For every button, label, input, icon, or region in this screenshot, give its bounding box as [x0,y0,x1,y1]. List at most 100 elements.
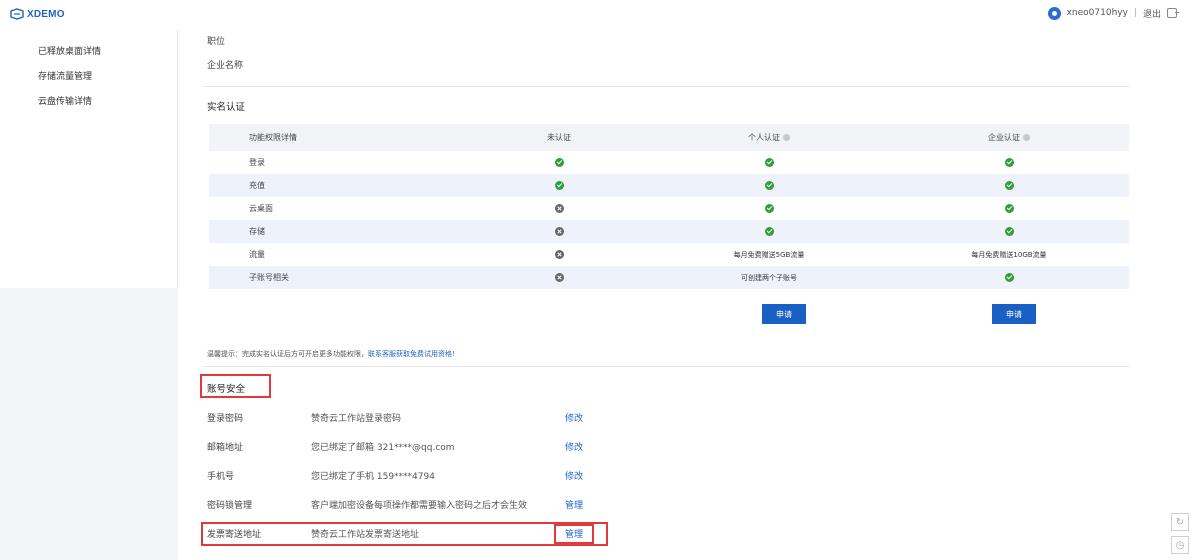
permission-text: 可创建两个子账号 [741,273,797,282]
manage-button-highlight [554,524,594,544]
feature-name: 登录 [249,158,265,167]
feature-name: 云桌面 [249,204,273,213]
sec-value: 客户端加密设备每项操作都需要输入密码之后才会生效 [311,501,528,511]
apply-enterprise-button[interactable]: 申请 [992,304,1036,324]
username[interactable]: xneo0710hyy [1067,8,1128,18]
check-icon [764,227,774,236]
table-row: 登录 [209,151,1129,174]
permission-table: 功能权限详情 未认证 个人认证 企业认证 登录充值云桌面存储流量 每月免费赠送5G… [209,124,1129,289]
table-row: 充值 [209,174,1129,197]
check-icon [764,158,774,167]
feature-cell: 流量 [209,243,469,266]
sidebar-item-storage-traffic[interactable]: 存储流量管理 [38,69,92,82]
position-label: 职位 [207,37,226,47]
check-icon [554,181,564,190]
sec-value: 您已绑定了邮箱 321****@qq.com [311,443,455,453]
sec-label: 手机号 [207,472,235,482]
logo-text: XDEMO [27,8,65,20]
check-icon [764,181,774,190]
invoice-row-highlight [201,522,608,546]
col-unverified: 未认证 [469,124,649,151]
enterprise-cell: 每月免费赠送10GB流量 [889,243,1129,266]
feature-name: 充值 [249,181,265,190]
enterprise-cell [889,174,1129,197]
table-row: 流量 每月免费赠送5GB流量 每月免费赠送10GB流量 [209,243,1129,266]
check-icon [764,204,774,213]
enterprise-cell [889,151,1129,174]
logo[interactable]: XDEMO [10,7,65,21]
unverified-cell [469,220,649,243]
check-icon [1004,273,1014,282]
feature-name: 流量 [249,250,265,259]
cross-icon [554,250,564,259]
personal-cell [649,151,889,174]
modify-email-link[interactable]: 修改 [565,440,583,453]
history-icon[interactable]: ◷ [1171,536,1189,554]
security-row-phone: 手机号 您已绑定了手机 159****4794 修改 [207,469,627,485]
permission-text: 每月免费赠送10GB流量 [971,250,1047,259]
tip-suffix: ! [452,350,455,358]
sec-label: 登录密码 [207,414,244,424]
company-label: 企业名称 [207,61,244,71]
divider [203,366,1129,367]
enterprise-cell [889,220,1129,243]
unverified-cell [469,174,649,197]
sidebar-footer-area [0,288,178,560]
cross-icon [554,227,564,236]
security-title: 账号安全 [207,384,246,395]
col-feature: 功能权限详情 [209,124,469,151]
col-enterprise: 企业认证 [889,124,1129,151]
logout-link[interactable]: 退出 [1143,7,1161,20]
logo-icon [10,8,24,20]
apply-personal-button[interactable]: 申请 [762,304,806,324]
feature-cell: 云桌面 [209,197,469,220]
feature-cell: 子账号相关 [209,266,469,289]
avatar[interactable] [1047,6,1061,20]
tip-text: 温馨提示：完成实名认证后方可开启更多功能权限，联系客服获取免费试用资格! [207,349,455,359]
user-area: xneo0710hyy | 退出 [1047,6,1179,20]
security-row-email: 邮箱地址 您已绑定了邮箱 321****@qq.com 修改 [207,440,627,456]
table-header-row: 功能权限详情 未认证 个人认证 企业认证 [209,124,1129,151]
personal-cell [649,197,889,220]
sec-label: 密码锁管理 [207,501,253,511]
realname-title: 实名认证 [207,102,246,113]
col-personal: 个人认证 [649,124,889,151]
feature-name: 存储 [249,227,265,236]
security-row-login-password: 登录密码 赞奇云工作站登录密码 修改 [207,411,627,427]
security-row-password-lock: 密码锁管理 客户端加密设备每项操作都需要输入密码之后才会生效 管理 [207,498,627,514]
check-icon [1004,181,1014,190]
personal-cell: 可创建两个子账号 [649,266,889,289]
divider [203,86,1129,87]
help-icon[interactable] [783,134,790,141]
sidebar: 已释放桌面详情 存储流量管理 云盘传输详情 [0,30,178,288]
feature-cell: 登录 [209,151,469,174]
unverified-cell [469,197,649,220]
manage-password-lock-link[interactable]: 管理 [565,498,583,511]
table-row: 云桌面 [209,197,1129,220]
personal-cell [649,174,889,197]
sidebar-item-cloud-transfer[interactable]: 云盘传输详情 [38,94,92,107]
feature-cell: 存储 [209,220,469,243]
refresh-icon[interactable]: ↻ [1171,513,1189,531]
check-icon [1004,227,1014,236]
cross-icon [554,273,564,282]
table-row: 存储 [209,220,1129,243]
feature-name: 子账号相关 [249,273,289,282]
modify-phone-link[interactable]: 修改 [565,469,583,482]
sidebar-item-released-desktops[interactable]: 已释放桌面详情 [38,44,101,57]
enterprise-cell [889,197,1129,220]
permission-text: 每月免费赠送5GB流量 [733,250,805,259]
contact-support-link[interactable]: 联系客服获取免费试用资格 [368,350,452,358]
check-icon [1004,158,1014,167]
check-icon [554,158,564,167]
unverified-cell [469,266,649,289]
enterprise-cell [889,266,1129,289]
sec-label: 邮箱地址 [207,443,244,453]
feature-cell: 充值 [209,174,469,197]
tip-main: 温馨提示：完成实名认证后方可开启更多功能权限， [207,350,368,358]
logout-icon[interactable] [1167,8,1179,18]
help-icon[interactable] [1023,134,1030,141]
sec-value: 赞奇云工作站登录密码 [311,414,402,424]
modify-password-link[interactable]: 修改 [565,411,583,424]
col-personal-label: 个人认证 [748,133,780,142]
